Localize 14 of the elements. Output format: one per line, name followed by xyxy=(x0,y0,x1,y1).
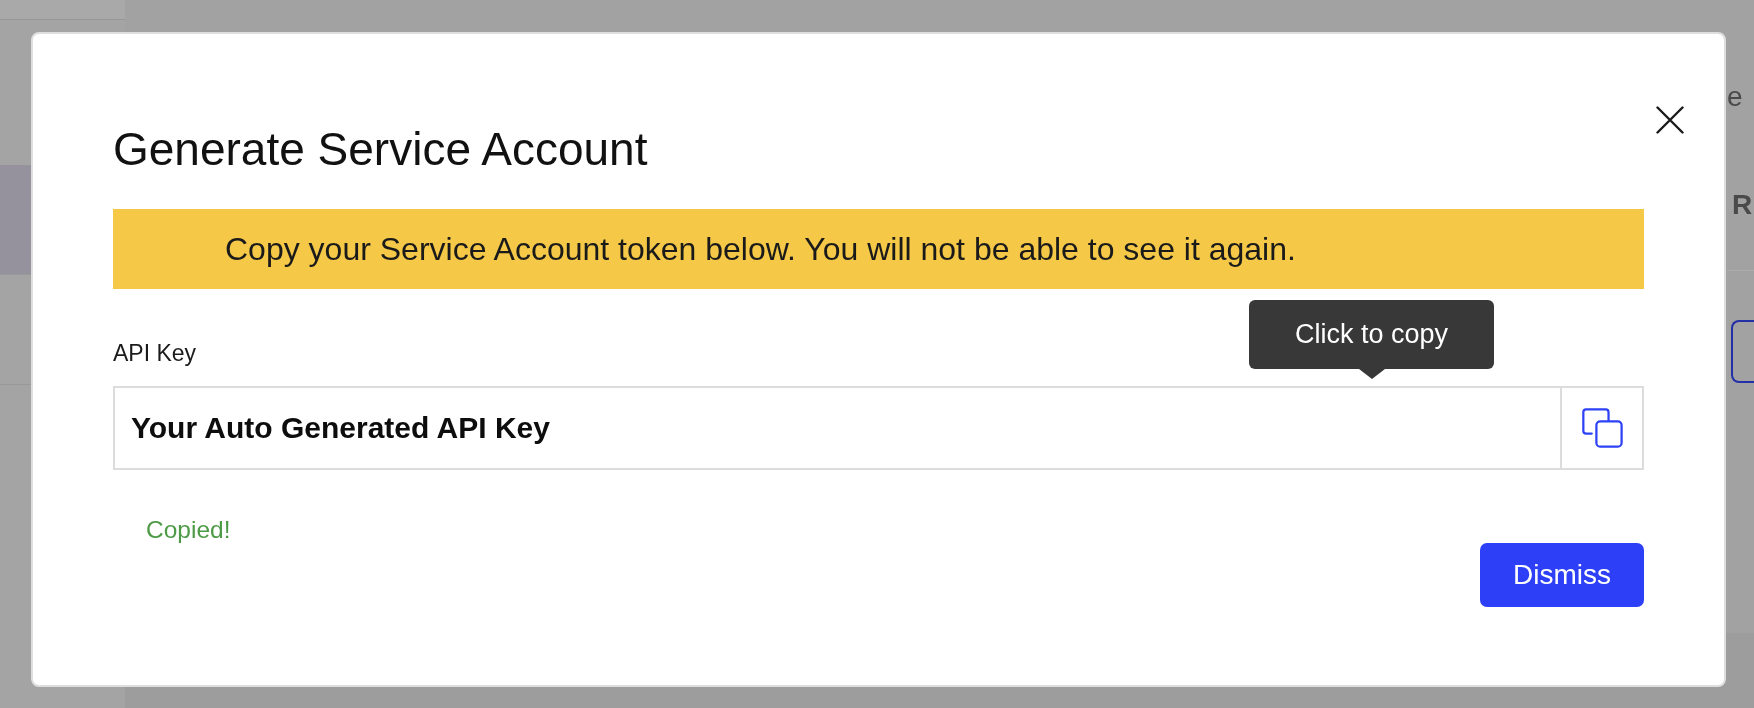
status-message: Copied! xyxy=(146,517,231,543)
section-heading-fragment: R xyxy=(1732,188,1753,222)
field-label: API Key xyxy=(113,341,197,365)
close-button[interactable] xyxy=(1656,106,1684,134)
tooltip: Click to copy xyxy=(1249,300,1494,379)
header-text-fragment: e xyxy=(1727,80,1743,114)
close-icon xyxy=(1656,106,1684,134)
copy-icon xyxy=(1581,407,1623,449)
copy-button[interactable] xyxy=(1562,386,1644,470)
dialog-title: Generate Service Account xyxy=(113,122,648,177)
outline-button[interactable] xyxy=(1731,320,1754,383)
warning-text: Copy your Service Account token below. You will not be able to see it again. xyxy=(225,230,1296,268)
dismiss-button[interactable]: Dismiss xyxy=(1480,543,1644,607)
api-key-field[interactable]: Your Auto Generated API Key xyxy=(113,386,1562,470)
